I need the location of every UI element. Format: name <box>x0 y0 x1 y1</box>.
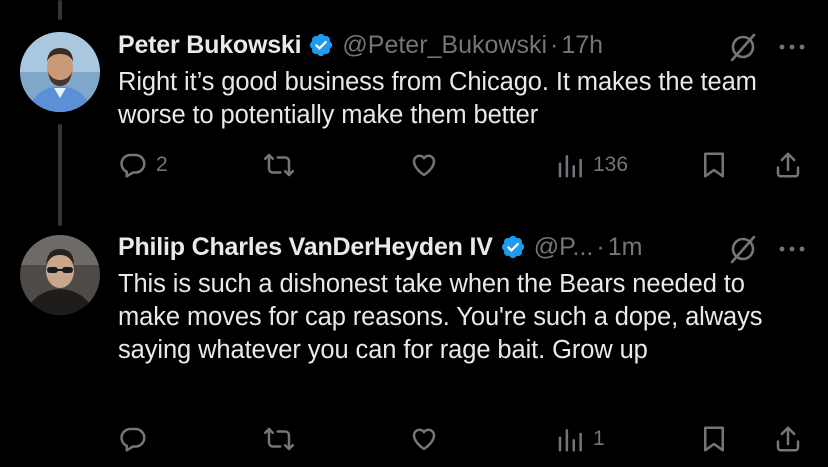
share-button[interactable] <box>772 150 804 180</box>
bookmark-button[interactable] <box>699 150 729 180</box>
verified-badge-icon <box>310 33 333 57</box>
bookmark-icon <box>704 152 724 178</box>
share-icon <box>776 426 800 452</box>
author-name[interactable]: Philip Charles VanDerHeyden IV <box>118 233 493 262</box>
share-button[interactable] <box>772 424 804 454</box>
bookmark-button[interactable] <box>699 424 729 454</box>
reply-button[interactable]: 2 <box>118 150 168 180</box>
views-button[interactable]: 1 <box>555 424 605 454</box>
tweet-1[interactable]: Peter Bukowski @Peter_Bukowski · 17h Rig… <box>0 0 828 200</box>
views-button[interactable]: 136 <box>555 150 628 180</box>
author-handle[interactable]: @P... <box>534 233 594 262</box>
view-count: 136 <box>593 153 629 176</box>
views-icon <box>558 429 582 452</box>
separator-dot: · <box>550 30 559 59</box>
share-icon <box>776 152 800 178</box>
retweet-icon <box>264 427 294 451</box>
tweet-text: Right it’s good business from Chicago. I… <box>118 68 757 129</box>
author-handle[interactable]: @Peter_Bukowski <box>342 31 547 60</box>
like-icon <box>412 154 436 177</box>
reply-button[interactable] <box>118 424 156 454</box>
tweet-actions: 2 136 <box>0 146 828 186</box>
tweet-header: Philip Charles VanDerHeyden IV @P... · 1… <box>118 229 642 265</box>
bookmark-icon <box>704 426 724 452</box>
more-icon[interactable] <box>777 234 807 264</box>
avatar-peter-bukowski[interactable] <box>20 32 100 112</box>
grok-icon[interactable] <box>726 30 760 64</box>
author-name[interactable]: Peter Bukowski <box>118 31 302 60</box>
view-count: 1 <box>593 427 605 450</box>
avatar-philip-charles-vanderheyden[interactable] <box>20 235 100 315</box>
like-icon <box>412 428 436 451</box>
retweet-button[interactable] <box>262 424 304 454</box>
reply-count: 2 <box>156 153 168 176</box>
retweet-icon <box>264 153 294 177</box>
retweet-button[interactable] <box>262 150 304 180</box>
tweet-2[interactable]: Philip Charles VanDerHeyden IV @P... · 1… <box>0 215 828 467</box>
views-icon <box>558 155 582 178</box>
timestamp[interactable]: 1m <box>608 233 643 262</box>
separator-dot: · <box>596 232 605 261</box>
reply-icon <box>120 427 146 452</box>
tweet-actions: 1 <box>0 420 828 460</box>
like-button[interactable] <box>408 424 448 454</box>
timestamp[interactable]: 17h <box>561 31 603 60</box>
reply-icon <box>120 153 146 178</box>
more-icon[interactable] <box>777 32 807 62</box>
tweet-header: Peter Bukowski @Peter_Bukowski · 17h <box>118 27 603 63</box>
grok-icon[interactable] <box>726 232 760 266</box>
verified-badge-icon <box>501 235 524 259</box>
like-button[interactable] <box>408 150 448 180</box>
tweet-text: This is such a dishonest take when the B… <box>118 270 763 364</box>
